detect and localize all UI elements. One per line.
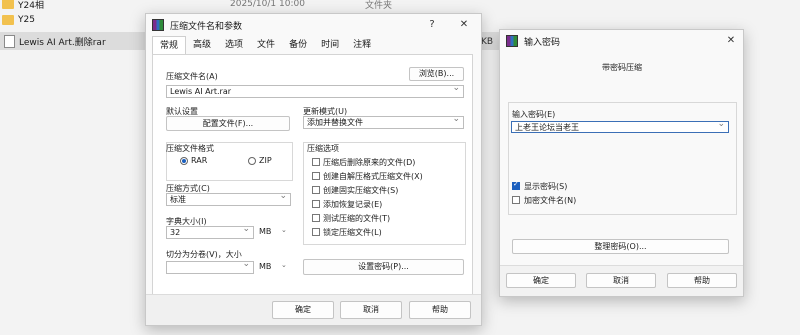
- password-subtitle: 带密码压缩: [602, 63, 642, 72]
- winrar-icon: [506, 35, 518, 47]
- option-delete-after-checkbox[interactable]: [312, 158, 320, 166]
- cancel-button[interactable]: 取消: [340, 301, 402, 319]
- split-label: 切分为分卷(V)，大小: [166, 250, 242, 259]
- radio-zip[interactable]: [248, 157, 256, 165]
- dialog-footer: 确定 取消 帮助: [146, 294, 481, 325]
- tab-time[interactable]: 时间: [314, 36, 346, 54]
- option-sfx-checkbox[interactable]: [312, 172, 320, 180]
- tab-general[interactable]: 常规: [152, 36, 187, 55]
- option-label: 创建自解压格式压缩文件(X): [323, 172, 423, 181]
- tab-advanced[interactable]: 高级: [186, 36, 218, 54]
- help-button[interactable]: 帮助: [667, 273, 737, 288]
- enter-password-label: 输入密码(E): [512, 110, 556, 119]
- profiles-button[interactable]: 配置文件(F)...: [166, 116, 290, 131]
- options-label: 压缩选项: [307, 144, 339, 153]
- option-label: 添加恢复记录(E): [323, 200, 383, 209]
- option-solid-checkbox[interactable]: [312, 186, 320, 194]
- option-label: 创建固实压缩文件(S): [323, 186, 399, 195]
- tab-bar: 常规 高级 选项 文件 备份 时间 注释: [152, 36, 378, 55]
- folder-icon: [2, 0, 14, 9]
- close-icon[interactable]: ✕: [724, 34, 738, 48]
- folder-icon: [2, 15, 14, 25]
- file-type: 文件夹: [365, 0, 393, 11]
- dict-size-select[interactable]: 32: [166, 226, 254, 239]
- option-label: 锁定压缩文件(L): [323, 228, 382, 237]
- password-dialog-title: 输入密码: [524, 37, 561, 48]
- ok-button[interactable]: 确定: [272, 301, 334, 319]
- tab-files[interactable]: 文件: [250, 36, 282, 54]
- chevron-down-icon[interactable]: ⌄: [281, 226, 287, 234]
- file-name: Y24相: [18, 0, 44, 11]
- cancel-button[interactable]: 取消: [586, 273, 656, 288]
- password-dialog-footer: 确定 取消 帮助: [500, 265, 743, 296]
- set-password-button[interactable]: 设置密码(P)...: [303, 259, 464, 275]
- ok-button[interactable]: 确定: [506, 273, 576, 288]
- dict-unit: MB: [259, 227, 272, 236]
- radio-rar[interactable]: [180, 157, 188, 165]
- tab-comment[interactable]: 注释: [346, 36, 378, 54]
- password-dialog: 输入密码 ✕ 带密码压缩 输入密码(E) 上老王论坛当老王 显示密码(S) 加密…: [499, 29, 744, 297]
- help-button[interactable]: 帮助: [409, 301, 471, 319]
- help-icon[interactable]: ?: [425, 18, 439, 32]
- tab-backup[interactable]: 备份: [282, 36, 314, 54]
- show-password-label: 显示密码(S): [524, 182, 568, 191]
- archive-name-input[interactable]: Lewis AI Art.rar: [166, 85, 464, 98]
- password-dialog-titlebar[interactable]: 输入密码: [500, 30, 743, 52]
- format-label: 压缩文件格式: [166, 144, 214, 153]
- tab-options[interactable]: 选项: [218, 36, 250, 54]
- dialog-title: 压缩文件名和参数: [170, 21, 243, 32]
- file-icon: [4, 34, 15, 48]
- method-select[interactable]: 标准: [166, 193, 291, 206]
- option-test-checkbox[interactable]: [312, 214, 320, 222]
- split-size-input[interactable]: [166, 261, 254, 274]
- option-label: 压缩后删除原来的文件(D): [323, 158, 416, 167]
- radio-zip-label: ZIP: [259, 156, 272, 165]
- chevron-down-icon[interactable]: ⌄: [281, 261, 287, 269]
- file-date: 2025/10/1 10:00: [230, 0, 305, 9]
- file-name: Lewis AI Art.删除rar: [19, 37, 106, 48]
- encrypt-names-checkbox[interactable]: [512, 196, 520, 204]
- encrypt-names-label: 加密文件名(N): [524, 196, 577, 205]
- option-recovery-checkbox[interactable]: [312, 200, 320, 208]
- organize-passwords-button[interactable]: 整理密码(O)...: [512, 239, 729, 254]
- browse-button[interactable]: 浏览(B)...: [409, 67, 464, 81]
- password-input[interactable]: 上老王论坛当老王: [511, 121, 729, 133]
- update-mode-select[interactable]: 添加并替换文件: [303, 116, 464, 129]
- split-unit: MB: [259, 262, 272, 271]
- archive-dialog: 压缩文件名和参数 ? ✕ 常规 高级 选项 文件 备份 时间 注释 压缩文件名(…: [145, 13, 482, 326]
- option-lock-checkbox[interactable]: [312, 228, 320, 236]
- file-size-fragment: KB: [481, 37, 494, 47]
- file-name: Y25: [18, 15, 35, 25]
- radio-rar-label: RAR: [191, 156, 208, 165]
- show-password-checkbox[interactable]: [512, 180, 520, 190]
- close-icon[interactable]: ✕: [457, 18, 471, 32]
- archive-name-label: 压缩文件名(A): [166, 72, 218, 81]
- general-panel: 压缩文件名(A) 浏览(B)... Lewis AI Art.rar 默认设置 …: [152, 54, 473, 301]
- winrar-icon: [152, 19, 164, 31]
- option-label: 测试压缩的文件(T): [323, 214, 391, 223]
